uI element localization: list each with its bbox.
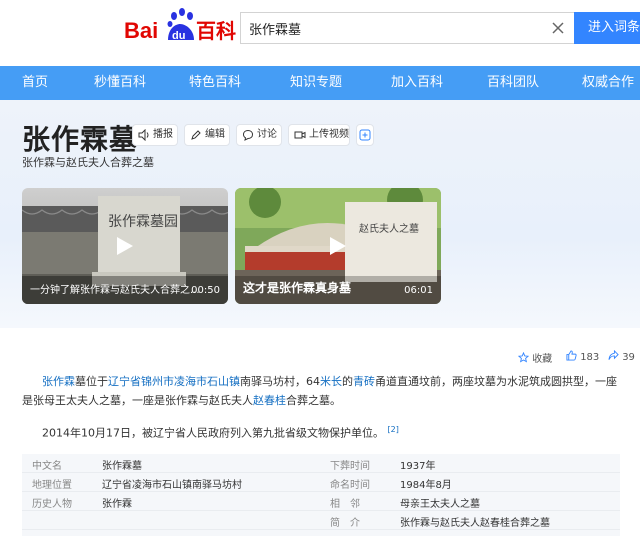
info-key: 中文名: [32, 461, 62, 472]
nav-item-partners[interactable]: 权威合作: [582, 66, 634, 100]
video-caption-2: 这才是张作霖真身墓: [243, 281, 352, 295]
play-icon[interactable]: [116, 236, 134, 256]
link-meter[interactable]: 米长: [320, 375, 342, 388]
collect-label: 收藏: [532, 354, 553, 365]
reference-link[interactable]: [2]: [388, 425, 399, 434]
info-value: 张作霖墓: [102, 461, 142, 472]
summary-text: 2014年10月17日，被辽宁省人民政府列入第九批省级文物保护单位。: [42, 426, 384, 440]
discuss-button[interactable]: 讨论: [236, 124, 282, 146]
summary-text: 的: [342, 375, 353, 388]
share-button[interactable]: 39: [608, 349, 635, 363]
edit-label: 编辑: [205, 129, 225, 140]
svg-text:百科: 百科: [196, 19, 236, 43]
speaker-icon: [138, 129, 149, 141]
share-count: 39: [622, 352, 635, 363]
info-row: 历史人物 张作霖 相 邻 母亲王太夫人之墓: [22, 492, 620, 511]
video-caption-1: 一分钟了解张作霖与赵氏夫人合葬之...: [30, 285, 200, 296]
video-duration-1: 00:50: [191, 285, 220, 296]
info-value: 张作霖与赵氏夫人赵春桂合葬之墓: [400, 518, 550, 529]
info-row: 简 介 张作霖与赵氏夫人赵春桂合葬之墓: [22, 511, 620, 530]
baidu-baike-logo[interactable]: Bai du 百科: [124, 6, 236, 50]
share-arrow-icon: [608, 349, 619, 360]
plus-box-icon: [359, 129, 371, 141]
chat-bubble-icon: [242, 129, 254, 141]
video-card-2[interactable]: 赵氏夫人之墓 这才是张作霖真身墓 06:01: [235, 188, 441, 304]
play-icon[interactable]: [329, 236, 347, 256]
svg-text:张作霖墓园: 张作霖墓园: [108, 214, 178, 230]
page-title: 张作霖墓: [22, 123, 139, 156]
thumbs-up-icon: [566, 350, 577, 361]
add-button[interactable]: [356, 124, 374, 146]
svg-text:赵氏夫人之墓: 赵氏夫人之墓: [359, 222, 419, 235]
nav-item-team[interactable]: 百科团队: [487, 66, 539, 100]
search-input[interactable]: 张作霖墓: [240, 12, 574, 44]
nav-item-video-baike[interactable]: 秒懂百科: [94, 66, 146, 100]
like-button[interactable]: 183: [566, 350, 599, 363]
video-camera-icon: [294, 131, 306, 139]
info-key: 历史人物: [32, 499, 72, 510]
lemma-hero: 张作霖墓 张作霖与赵氏夫人合葬之墓 播报 编辑 讨论 上传视频 张作霖墓园 一分…: [0, 100, 640, 328]
search-input-value[interactable]: 张作霖墓: [249, 19, 301, 38]
summary-text: 合葬之墓。: [286, 394, 341, 407]
star-icon: [517, 351, 530, 363]
info-row: 地理位置 辽宁省凌海市石山镇南驿马坊村 命名时间 1984年8月: [22, 473, 620, 492]
link-zhang-zuolin[interactable]: 张作霖: [42, 375, 75, 388]
link-blue-brick[interactable]: 青砖: [353, 375, 375, 388]
info-value: 母亲王太夫人之墓: [400, 499, 480, 510]
info-key: 相 邻: [330, 499, 360, 510]
info-key: 命名时间: [330, 480, 370, 491]
info-key: 地理位置: [32, 480, 72, 491]
header: Bai du 百科 张作霖墓 进入词条: [0, 0, 640, 66]
like-count: 183: [580, 352, 600, 363]
summary-text: 南驿马坊村，64: [240, 375, 320, 388]
link-zhao-chungui[interactable]: 赵春桂: [253, 394, 286, 407]
main-nav: 首页 秒懂百科 特色百科 知识专题 加入百科 百科团队 权威合作: [0, 66, 640, 100]
upload-video-button[interactable]: 上传视频: [288, 124, 350, 146]
info-value: 张作霖: [102, 499, 132, 510]
info-value: 1937年: [400, 461, 436, 472]
info-value: 1984年8月: [400, 480, 452, 491]
summary-paragraph-1: 张作霖墓位于辽宁省锦州市凌海市石山镇南驿马坊村，64米长的青砖甬道直通坟前，两座…: [22, 372, 620, 410]
summary-text: 墓位于: [75, 375, 108, 388]
collect-button[interactable]: 收藏: [517, 350, 553, 365]
nav-item-join[interactable]: 加入百科: [391, 66, 443, 100]
video-duration-2: 06:01: [404, 285, 433, 296]
video-card-1[interactable]: 张作霖墓园 一分钟了解张作霖与赵氏夫人合葬之... 00:50: [22, 188, 228, 304]
upload-video-label: 上传视频: [309, 129, 349, 140]
info-key: 下葬时间: [330, 461, 370, 472]
clear-icon[interactable]: [550, 20, 566, 36]
page-subtitle: 张作霖与赵氏夫人合葬之墓: [22, 156, 154, 169]
info-key: 简 介: [330, 518, 360, 529]
play-audio-label: 播报: [153, 129, 173, 140]
svg-text:du: du: [172, 30, 185, 42]
summary-text: 母王太夫人之墓，一座是张作霖与赵氏夫人: [44, 394, 253, 407]
play-audio-button[interactable]: 播报: [132, 124, 178, 146]
info-row: 中文名 张作霖墓 下葬时间 1937年: [22, 454, 620, 473]
discuss-label: 讨论: [257, 129, 277, 140]
enter-lemma-button[interactable]: 进入词条: [574, 12, 640, 44]
edit-button[interactable]: 编辑: [184, 124, 230, 146]
link-location[interactable]: 辽宁省锦州市凌海市石山镇: [108, 375, 240, 388]
nav-item-featured[interactable]: 特色百科: [189, 66, 241, 100]
info-value: 辽宁省凌海市石山镇南驿马坊村: [102, 480, 242, 491]
nav-item-topics[interactable]: 知识专题: [290, 66, 342, 100]
svg-text:Bai: Bai: [124, 18, 158, 43]
summary-paragraph-2: 2014年10月17日，被辽宁省人民政府列入第九批省级文物保护单位。 [2]: [22, 420, 620, 443]
basic-info-table: 中文名 张作霖墓 下葬时间 1937年 地理位置 辽宁省凌海市石山镇南驿马坊村 …: [22, 454, 620, 536]
nav-item-home[interactable]: 首页: [22, 66, 48, 100]
pencil-icon: [191, 130, 201, 140]
